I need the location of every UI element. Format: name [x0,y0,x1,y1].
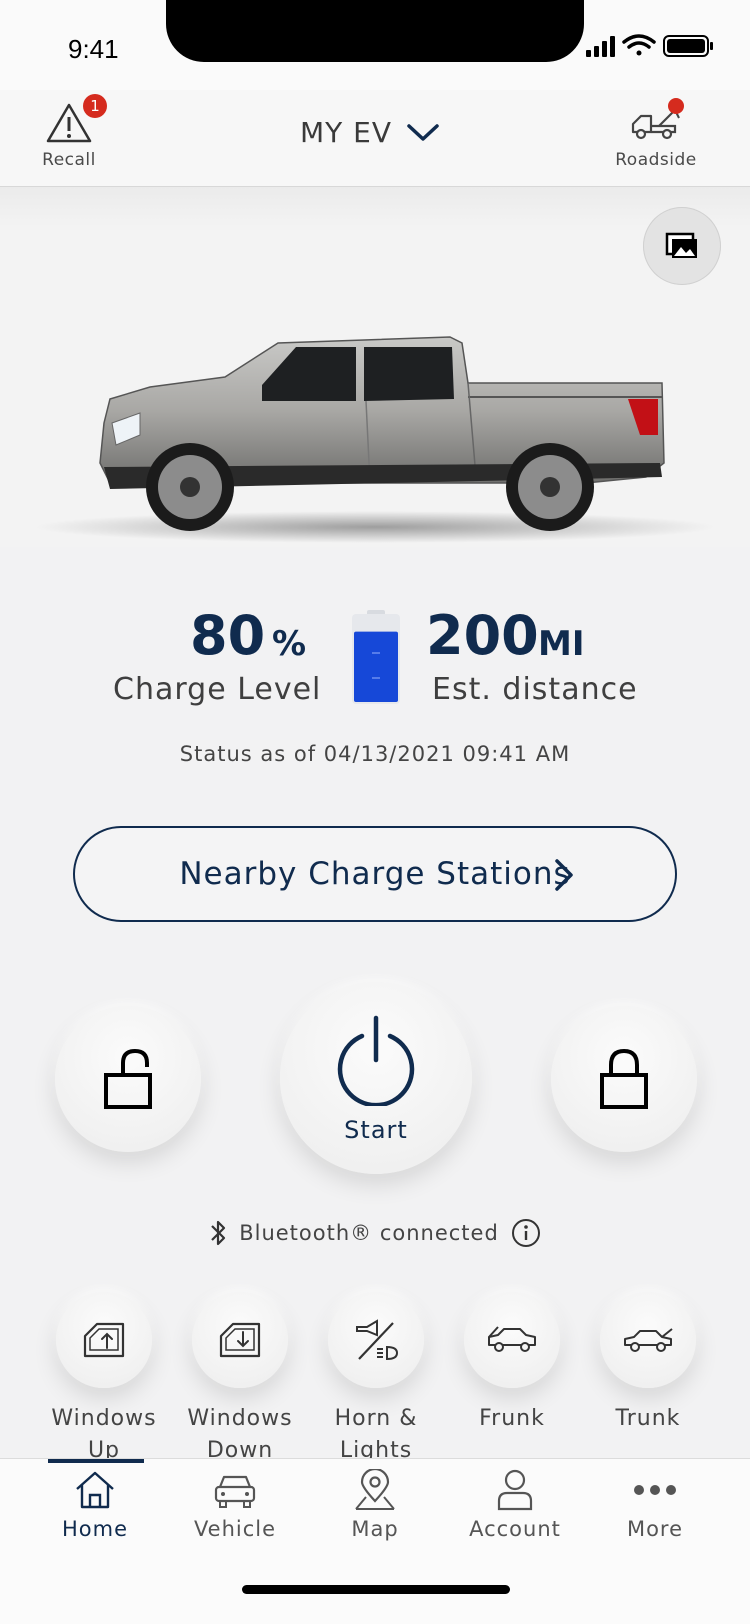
nav-map[interactable]: Map [310,1469,440,1541]
vehicle-selector[interactable]: MY EV [300,116,440,149]
nav-more-label: More [626,1517,684,1541]
nav-home[interactable]: Home [30,1469,160,1541]
bluetooth-status: Bluetooth® connected [0,1218,750,1248]
nav-home-label: Home [61,1517,128,1541]
more-dots-icon [634,1485,676,1495]
horn-lights-button[interactable] [328,1292,424,1388]
status-timestamp: Status as of 04/13/2021 09:41 AM [179,742,571,766]
recall-button[interactable]: 1 Recall [36,94,107,170]
bluetooth-status-text: Bluetooth® connected [239,1221,499,1245]
roadside-label: Roadside [615,150,697,170]
windows-down-button[interactable] [192,1292,288,1388]
battery-icon [663,35,713,57]
map-pin-icon [355,1469,395,1510]
user-icon [497,1469,533,1511]
start-button[interactable]: Start [280,982,472,1174]
vehicle-gallery-button[interactable] [643,207,721,285]
unlock-button[interactable] [55,1006,201,1152]
power-icon [337,1015,415,1106]
trunk-button[interactable] [600,1292,696,1388]
roadside-notification-dot [668,98,684,114]
status-bar: 9:41 [0,0,750,90]
nearby-charge-stations-label: Nearby Charge Stations [179,856,571,892]
battery-level-icon [352,610,400,704]
trunk-icon [624,1328,673,1352]
vehicle-hero [0,187,750,547]
front-wheel [146,443,234,531]
bottom-navigation: Home Vehicle Map Account More [0,1458,750,1624]
windows-up-button[interactable] [56,1292,152,1388]
nav-more[interactable]: More [590,1469,720,1541]
recall-count-badge: 1 [83,94,107,118]
frunk-icon [488,1326,536,1352]
wifi-icon [622,34,656,56]
start-label: Start [344,1116,408,1144]
home-icon [76,1471,114,1509]
system-status-icons [586,34,713,57]
device-notch [166,0,584,62]
trunk-label: Trunk [615,1406,681,1431]
info-icon[interactable] [511,1218,541,1248]
nav-account[interactable]: Account [450,1469,580,1541]
active-tab-indicator [48,1459,144,1463]
frunk-label: Frunk [479,1406,545,1431]
lock-icon [600,1048,648,1109]
image-gallery-icon [665,232,697,258]
status-time: 9:41 [68,34,119,64]
est-distance-value: 200 [426,604,539,667]
window-down-icon [219,1322,261,1358]
chevron-right-icon [555,859,573,891]
nav-vehicle-label: Vehicle [193,1517,277,1541]
car-icon [214,1475,256,1508]
recall-label: Recall [42,150,96,170]
app-screen: 9:41 1 Recall MY EV Roadside 80 % Charge… [0,0,750,1624]
frunk-button[interactable] [464,1292,560,1388]
vehicle-name: MY EV [300,116,393,149]
nav-account-label: Account [469,1517,561,1541]
roadside-button[interactable]: Roadside [612,98,700,170]
rear-wheel [506,443,594,531]
window-up-icon [83,1322,125,1358]
home-indicator [242,1585,510,1594]
nav-map-label: Map [351,1517,399,1541]
charge-level-unit: % [272,624,307,664]
est-distance-label: Est. distance [432,672,638,707]
nav-vehicle[interactable]: Vehicle [170,1469,300,1541]
horn-lights-icon [356,1319,399,1361]
bluetooth-icon [211,1220,226,1246]
nearby-charge-stations-button[interactable]: Nearby Charge Stations [73,826,677,922]
charge-level-value: 80 [190,604,266,667]
vehicle-image [35,336,715,543]
chevron-down-icon [407,123,439,141]
est-distance-unit: MI [538,624,585,664]
lock-button[interactable] [551,1006,697,1152]
signal-icon [586,36,615,57]
unlock-icon [104,1048,152,1109]
top-header: 1 Recall MY EV Roadside [0,90,750,187]
charge-level-label: Charge Level [113,672,322,707]
